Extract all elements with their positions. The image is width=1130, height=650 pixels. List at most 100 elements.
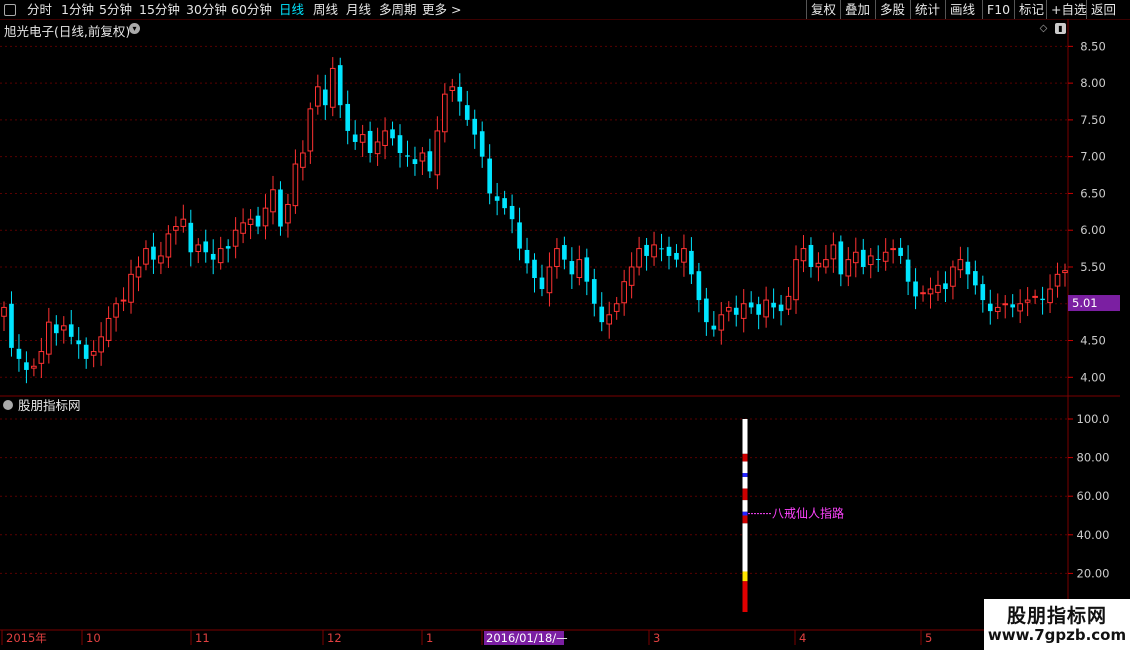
date-label: 2015年 <box>6 631 47 645</box>
candle-body-down <box>68 324 74 337</box>
price-tick-label: 8.00 <box>1080 76 1106 90</box>
date-label: 12 <box>327 631 342 645</box>
indicator-tick-label: 40.00 <box>1077 528 1110 542</box>
candle-body-down <box>203 241 209 253</box>
candle-body-down <box>24 362 29 370</box>
candle-body-up <box>442 93 448 133</box>
candle-body-down <box>704 298 709 323</box>
candle-body-down <box>756 304 761 315</box>
candle-body-up <box>718 314 725 331</box>
candle-body-down <box>76 340 82 345</box>
candle-body-down <box>188 222 194 253</box>
candle-body-down <box>987 303 993 312</box>
date-label: 10 <box>86 631 101 645</box>
candle-body-up <box>950 266 956 287</box>
price-tick-label: 8.50 <box>1080 39 1106 53</box>
candle-body-up <box>270 189 276 213</box>
candle-body-up <box>165 233 172 258</box>
signal-bar-blue <box>742 473 748 477</box>
signal-bar-red <box>742 581 748 612</box>
date-label: 5 <box>925 631 932 645</box>
candle-body-up <box>449 86 456 91</box>
signal-bar-white <box>742 476 748 489</box>
candle-body-down <box>875 259 881 261</box>
candle-body-down <box>9 303 14 348</box>
candle-body-up <box>935 284 941 293</box>
candle-body-up <box>1032 295 1038 298</box>
candle-body-down <box>494 196 500 201</box>
candle-body-up <box>1002 303 1009 306</box>
candle-body-down <box>210 253 216 260</box>
candle-body-down <box>352 134 358 142</box>
candle-body-up <box>1054 273 1061 287</box>
candle-body-up <box>546 266 553 294</box>
indicator-title: 股朋指标网 <box>18 398 81 413</box>
signal-bar-white <box>742 500 748 512</box>
candle-body-down <box>973 271 978 286</box>
price-tick-label: 6.00 <box>1080 223 1106 237</box>
signal-bar-white <box>742 523 748 572</box>
candle-body-up <box>815 262 822 268</box>
candle-body-up <box>927 288 934 295</box>
candle-body-down <box>562 245 567 260</box>
candle-body-up <box>890 248 896 251</box>
candle-body-down <box>255 215 261 227</box>
candle-body-down <box>524 249 530 264</box>
watermark-title: 股朋指标网 <box>1006 605 1107 627</box>
indicator-tick-label: 100.0 <box>1077 412 1110 426</box>
candle-body-up <box>867 255 874 266</box>
candle-body-up <box>725 306 732 312</box>
candle-body-down <box>322 89 328 106</box>
indicator-tick-label: 20.00 <box>1077 566 1110 580</box>
date-label: 4 <box>799 631 806 645</box>
candle-body-down <box>337 65 343 106</box>
candle-body-up <box>60 325 67 331</box>
candle-body-down <box>412 159 418 165</box>
candle-body-up <box>628 266 635 286</box>
candle-body-down <box>472 118 478 135</box>
candle-body-up <box>158 255 164 264</box>
main-chart: 4.004.505.005.506.006.507.007.508.008.50… <box>0 19 1130 645</box>
candle-body-up <box>247 218 254 225</box>
candle-body-down <box>860 249 866 267</box>
watermark-url: www.7gpzb.com <box>987 626 1127 644</box>
price-tick-label: 4.00 <box>1080 370 1106 384</box>
candle-body-down <box>943 283 948 290</box>
candle-body-down <box>345 103 351 131</box>
candle-body-up <box>636 248 642 268</box>
candle-body-down <box>591 279 597 304</box>
candle-body-up <box>740 303 747 319</box>
candle-body-down <box>225 246 231 249</box>
candle-body-up <box>1 306 7 317</box>
candle-body-up <box>31 365 37 369</box>
candle-body-down <box>487 158 492 194</box>
candle-body-up <box>554 248 560 267</box>
candle-body-down <box>838 241 844 275</box>
candle-body-down <box>778 304 784 312</box>
candle-body-up <box>113 303 119 318</box>
price-tick-label: 5.50 <box>1080 260 1106 274</box>
candle-body-down <box>278 189 283 227</box>
candle-body-up <box>173 226 179 231</box>
candle-body-up <box>434 130 441 176</box>
candle-body-down <box>16 348 22 359</box>
candle-body-down <box>808 244 814 267</box>
candle-body-down <box>1040 298 1045 301</box>
candle-body-up <box>307 108 314 152</box>
candle-body-down <box>771 302 776 308</box>
candle-body-up <box>128 273 134 303</box>
candle-body-up <box>763 299 769 318</box>
candle-body-down <box>502 198 507 209</box>
candle-body-up <box>1017 303 1023 312</box>
signal-bar-blue <box>742 511 748 516</box>
candle-body-down <box>599 306 605 323</box>
candle-body-up <box>46 321 52 355</box>
candle-body-up <box>1062 270 1068 274</box>
candle-body-up <box>957 259 964 271</box>
candle-body-up <box>576 259 583 279</box>
price-tick-label: 7.50 <box>1080 113 1106 127</box>
indicator-collapse-icon[interactable] <box>3 400 13 410</box>
candle-body-up <box>232 229 239 247</box>
candle-body-up <box>135 266 142 278</box>
candle-body-up <box>621 281 627 304</box>
